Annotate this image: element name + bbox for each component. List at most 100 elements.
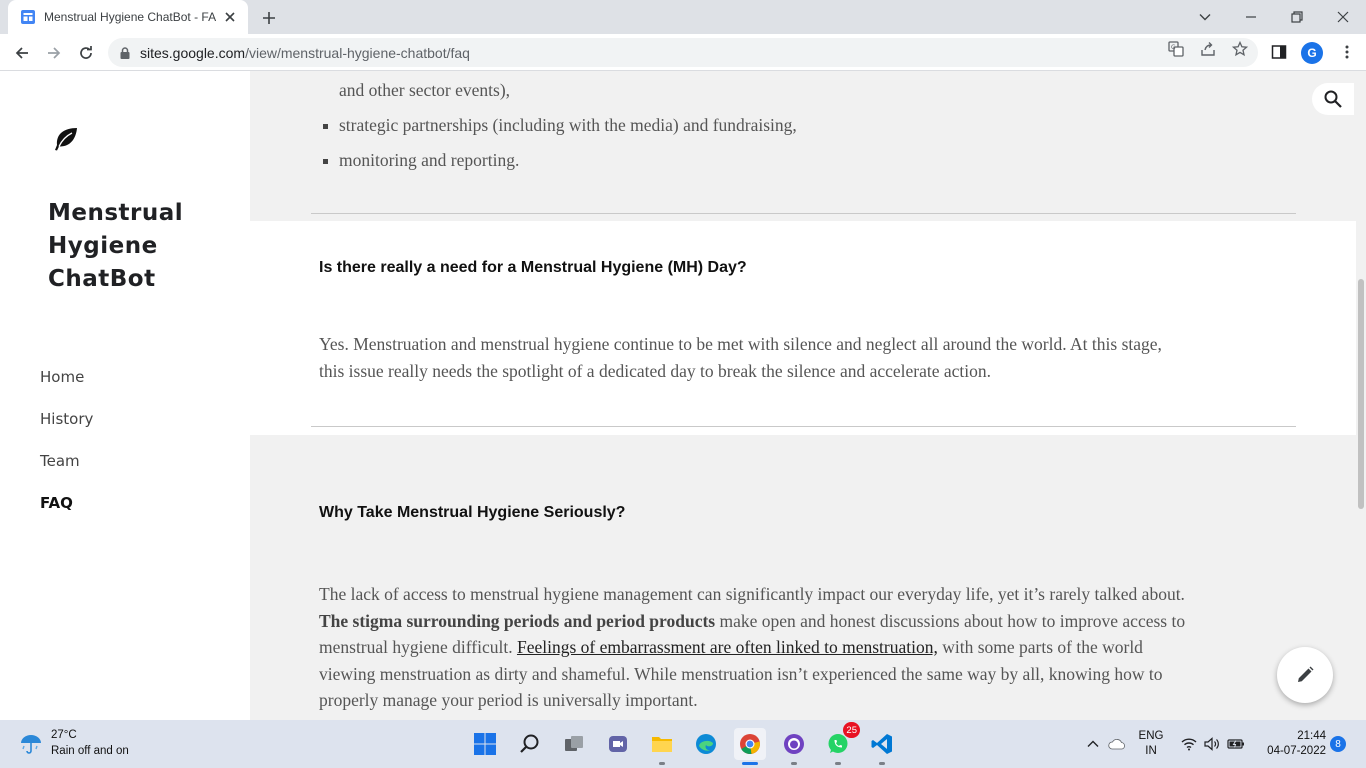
- emphasis-text: The stigma surrounding periods and perio…: [319, 610, 716, 631]
- paragraph-line: The lack of access to menstrual hygiene …: [319, 584, 1185, 604]
- onedrive-button[interactable]: [1108, 735, 1126, 753]
- restore-button[interactable]: [1274, 0, 1320, 34]
- close-window-button[interactable]: [1320, 0, 1366, 34]
- running-indicator: [659, 762, 665, 765]
- pencil-icon: [1298, 666, 1314, 682]
- list-item-text: strategic partnerships (including with t…: [339, 115, 797, 135]
- github-desktop-button[interactable]: [778, 728, 810, 765]
- windows-taskbar: 27°C Rain off and on 25 ENG IN 21:44 04-…: [0, 720, 1366, 768]
- back-button[interactable]: [8, 39, 36, 67]
- new-tab-button[interactable]: [258, 7, 280, 29]
- divider: [311, 213, 1296, 214]
- share-button[interactable]: [1199, 40, 1217, 58]
- clock[interactable]: 21:44 04-07-2022: [1256, 729, 1326, 759]
- notification-badge: 25: [843, 722, 860, 738]
- show-hidden-icons-button[interactable]: [1084, 735, 1102, 753]
- site-search-button[interactable]: [1312, 83, 1354, 115]
- vscode-button[interactable]: [866, 728, 898, 765]
- taskbar-search-button[interactable]: [514, 728, 546, 760]
- paragraph-line: menstrual hygiene difficult. Feelings of…: [319, 634, 1299, 661]
- forward-button[interactable]: [40, 39, 68, 67]
- address-bar[interactable]: sites.google.com/view/menstrual-hygiene-…: [108, 38, 1258, 67]
- translate-button[interactable]: G: [1167, 40, 1185, 58]
- plus-icon: [263, 12, 275, 24]
- page-viewport: Menstrual Hygiene ChatBot Home History T…: [0, 71, 1366, 720]
- wifi-button[interactable]: [1180, 735, 1198, 753]
- running-indicator: [835, 762, 841, 765]
- bullet-list: and other sector events), strategic part…: [323, 77, 797, 182]
- search-icon: [520, 734, 539, 753]
- clock-time: 21:44: [1297, 730, 1326, 742]
- language-code: ENG: [1138, 730, 1164, 742]
- paragraph-line: Yes. Menstruation and menstrual hygiene …: [319, 334, 1162, 354]
- paragraph-line: properly manage your period is universal…: [319, 690, 698, 710]
- nav-item-home[interactable]: Home: [40, 367, 93, 409]
- chevron-up-icon: [1087, 740, 1099, 747]
- edit-page-button[interactable]: [1277, 647, 1333, 703]
- scrollbar-thumb[interactable]: [1358, 279, 1364, 509]
- close-icon: [1337, 11, 1349, 23]
- faq-answer-paragraph: Yes. Menstruation and menstrual hygiene …: [319, 331, 1299, 384]
- page-scrollbar[interactable]: [1356, 71, 1366, 720]
- edge-browser-button[interactable]: [690, 728, 722, 760]
- list-item: and other sector events),: [339, 77, 797, 112]
- restore-icon: [1291, 11, 1303, 23]
- section-faq-why-serious: Why Take Menstrual Hygiene Seriously? Th…: [250, 435, 1356, 720]
- site-title[interactable]: Menstrual Hygiene ChatBot: [48, 197, 183, 296]
- nav-item-faq[interactable]: FAQ: [40, 493, 93, 535]
- reload-icon: [80, 46, 92, 59]
- side-panel-button[interactable]: [1266, 39, 1292, 65]
- paragraph-line: this issue really needs the spotlight of…: [319, 360, 992, 381]
- nav-item-team[interactable]: Team: [40, 451, 93, 493]
- chrome-browser-button[interactable]: [734, 728, 766, 765]
- battery-button[interactable]: [1227, 735, 1245, 753]
- file-explorer-button[interactable]: [646, 728, 678, 765]
- whatsapp-button[interactable]: 25: [822, 722, 860, 765]
- leaf-logo-icon[interactable]: [52, 125, 80, 153]
- teams-chat-button[interactable]: [602, 728, 634, 760]
- minimize-button[interactable]: [1228, 0, 1274, 34]
- site-title-line: ChatBot: [48, 266, 156, 292]
- input-language-indicator[interactable]: ENG IN: [1136, 729, 1166, 759]
- clock-date: 04-07-2022: [1267, 745, 1326, 757]
- start-button[interactable]: [469, 728, 501, 760]
- task-view-button[interactable]: [558, 728, 590, 760]
- rain-weather-icon[interactable]: [18, 730, 44, 756]
- nav-item-history[interactable]: History: [40, 409, 93, 451]
- vscode-icon: [871, 734, 892, 754]
- arrow-left-icon: [15, 47, 28, 59]
- google-sites-favicon-icon: [21, 10, 35, 24]
- minimize-icon: [1246, 16, 1256, 18]
- translate-icon: G: [1168, 41, 1184, 57]
- reload-button[interactable]: [72, 39, 100, 67]
- list-item: monitoring and reporting.: [323, 147, 797, 182]
- paragraph-text: make open and honest discussions about h…: [715, 610, 1186, 631]
- side-panel-icon: [1271, 45, 1287, 59]
- close-tab-icon[interactable]: [222, 9, 238, 25]
- battery-charging-icon: [1227, 739, 1244, 749]
- running-indicator: [742, 762, 758, 765]
- bookmark-button[interactable]: [1231, 40, 1249, 58]
- browser-toolbar: sites.google.com/view/menstrual-hygiene-…: [0, 34, 1366, 71]
- site-title-line: Menstrual: [48, 200, 184, 226]
- section-activities: and other sector events), strategic part…: [250, 71, 1356, 221]
- running-indicator: [791, 762, 797, 765]
- windows-logo-icon: [474, 733, 496, 755]
- bullet-marker: [323, 124, 328, 129]
- chrome-icon: [740, 734, 760, 755]
- volume-button[interactable]: [1203, 735, 1221, 753]
- embarrassment-article-link[interactable]: Feelings of embarrassment are often link…: [517, 637, 938, 657]
- tab-title: Menstrual Hygiene ChatBot - FAQ: [44, 10, 216, 24]
- lock-icon[interactable]: [118, 46, 132, 60]
- profile-avatar[interactable]: G: [1301, 42, 1323, 64]
- faq-question-heading: Is there really a need for a Menstrual H…: [319, 259, 747, 276]
- search-icon: [1324, 90, 1342, 108]
- tab-search-button[interactable]: [1182, 0, 1228, 34]
- weather-temperature[interactable]: 27°C: [51, 729, 77, 741]
- browser-menu-button[interactable]: [1334, 39, 1360, 65]
- weather-description[interactable]: Rain off and on: [51, 745, 129, 757]
- chevron-down-icon: [1199, 14, 1211, 21]
- paragraph-text: menstrual hygiene difficult.: [319, 637, 517, 657]
- notification-center-badge[interactable]: 8: [1330, 736, 1346, 752]
- browser-tab-active[interactable]: Menstrual Hygiene ChatBot - FAQ: [8, 0, 248, 34]
